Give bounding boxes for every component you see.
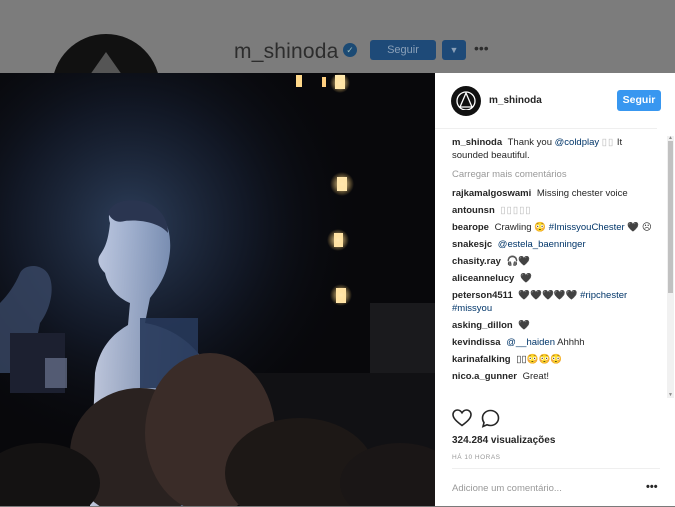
post-caption: m_shinoda Thank you @coldplay ▯▯ It soun… — [452, 136, 657, 162]
caption-username[interactable]: m_shinoda — [452, 137, 502, 148]
comment-item: nico.a_gunner Great! — [452, 370, 657, 383]
profile-follow-button[interactable]: Seguir — [370, 40, 436, 60]
caption-text: Thank you — [507, 137, 552, 148]
comment-text-after: 🖤 ☹ — [627, 222, 652, 233]
linkin-park-logo-icon — [456, 91, 476, 110]
comment-item: asking_dillon 🖤 — [452, 319, 657, 332]
comment-input[interactable] — [452, 483, 632, 494]
comment-mention[interactable]: @estela_baenninger — [498, 239, 586, 250]
comment-username[interactable]: asking_dillon — [452, 320, 513, 331]
comment-item: rajkamalgoswami Missing chester voice — [452, 187, 657, 200]
comment-text: 🖤🖤🖤🖤🖤 — [518, 290, 578, 301]
comment-item: antounsn ▯▯▯▯▯ — [452, 204, 657, 217]
post-author-avatar[interactable] — [451, 86, 481, 116]
post-author-username[interactable]: m_shinoda — [489, 95, 542, 106]
comment-mention[interactable]: @__haiden — [506, 337, 555, 348]
comment-text: ▯▯▯▯▯ — [500, 205, 532, 216]
load-more-comments-link[interactable]: Carregar mais comentários — [452, 168, 657, 181]
post-video[interactable] — [0, 73, 435, 506]
concert-scene — [0, 73, 435, 506]
comment-hashtag[interactable]: #ImissyouChester — [549, 222, 625, 233]
heart-icon[interactable] — [452, 409, 472, 432]
more-horizontal-icon[interactable]: ••• — [474, 40, 489, 56]
post-timestamp: HÁ 10 HORAS — [452, 454, 501, 461]
post-side-panel: m_shinoda Seguir m_shinoda Thank you @co… — [435, 73, 675, 506]
profile-username: m_shinoda — [234, 40, 339, 63]
profile-header-background: m_shinoda ✓ Seguir ▼ ••• — [0, 0, 675, 142]
comment-item: aliceannelucy 🖤 — [452, 272, 657, 285]
post-header: m_shinoda Seguir — [435, 73, 661, 129]
comment-item: kevindissa @__haiden Ahhhh — [452, 336, 657, 349]
comment-item: chasity.ray 🎧🖤 — [452, 255, 657, 268]
comment-username[interactable]: peterson4511 — [452, 290, 513, 301]
comments-scrollbar[interactable]: ▲ ▼ — [667, 136, 674, 398]
view-count[interactable]: 324.284 visualizações — [452, 435, 555, 446]
comment-text: 🎧🖤 — [506, 256, 531, 267]
comment-username[interactable]: karinafalking — [452, 354, 511, 365]
scrollbar-thumb[interactable] — [668, 141, 673, 293]
more-options-icon[interactable]: ••• — [646, 481, 658, 493]
post-actions — [452, 409, 662, 431]
comment-username[interactable]: nico.a_gunner — [452, 371, 517, 382]
comment-text-after: Ahhhh — [557, 337, 585, 348]
comments-list: m_shinoda Thank you @coldplay ▯▯ It soun… — [452, 136, 657, 398]
comment-item: bearope Crawling 😳 #ImissyouChester 🖤 ☹ — [452, 221, 657, 234]
caption-mention[interactable]: @coldplay — [555, 137, 600, 148]
add-comment-section: ••• — [452, 468, 660, 507]
comment-text: Crawling 😳 — [494, 222, 547, 233]
comment-text: Great! — [522, 371, 549, 382]
comment-username[interactable]: kevindissa — [452, 337, 501, 348]
scroll-down-arrow-icon[interactable]: ▼ — [667, 393, 674, 398]
comment-item: peterson4511 🖤🖤🖤🖤🖤 #ripchester #missyou — [452, 289, 657, 315]
comment-username[interactable]: chasity.ray — [452, 256, 501, 267]
comment-item: snakesjc @estela_baenninger — [452, 238, 657, 251]
comment-item: karinafalking ▯▯😳😳😳 — [452, 353, 657, 366]
comment-text: Missing chester voice — [536, 188, 628, 199]
comment-username[interactable]: snakesjc — [452, 239, 492, 250]
comment-text: 🖤 — [518, 320, 531, 331]
comment-username[interactable]: bearope — [452, 222, 489, 233]
comment-username[interactable]: rajkamalgoswami — [452, 188, 531, 199]
verified-badge-icon: ✓ — [343, 43, 357, 57]
comment-username[interactable]: antounsn — [452, 205, 495, 216]
comment-bubble-icon[interactable] — [481, 409, 500, 433]
caption-glyphs: ▯▯ — [601, 137, 615, 148]
comment-text: ▯▯😳😳😳 — [516, 354, 563, 365]
comment-text: 🖤 — [519, 273, 532, 284]
comment-username[interactable]: aliceannelucy — [452, 273, 514, 284]
follow-button[interactable]: Seguir — [617, 90, 661, 111]
chevron-down-icon[interactable]: ▼ — [442, 40, 466, 60]
